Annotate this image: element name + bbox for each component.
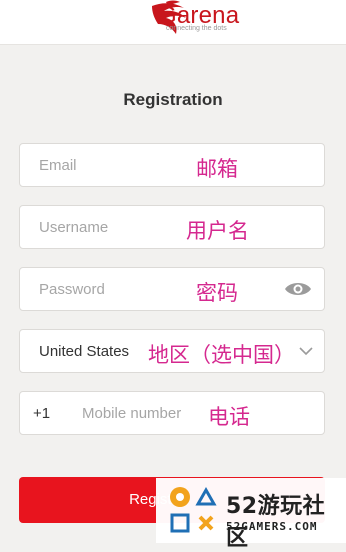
password-annotation: 密码 (196, 281, 238, 305)
password-placeholder: Password (39, 281, 105, 298)
email-field[interactable]: Email 邮箱 (19, 143, 325, 187)
username-annotation: 用户名 (186, 219, 249, 243)
mobile-field[interactable]: +1 Mobile number 电话 (19, 391, 325, 435)
page-title: Registration (123, 90, 223, 109)
email-placeholder: Email (39, 157, 77, 174)
email-annotation: 邮箱 (196, 157, 238, 181)
mobile-annotation: 电话 (208, 405, 250, 429)
brand-tagline: connecting the dots (166, 25, 227, 32)
chevron-down-icon (299, 347, 313, 356)
show-password-eye-icon[interactable] (284, 280, 312, 298)
password-field[interactable]: Password 密码 (19, 267, 325, 311)
app-header: Garena connecting the dots (0, 0, 346, 45)
country-annotation: 地区（选中国） (148, 343, 295, 367)
username-placeholder: Username (39, 219, 109, 236)
mobile-placeholder: Mobile number (82, 405, 182, 422)
country-select[interactable]: United States 地区（选中国） (19, 329, 325, 373)
username-field[interactable]: Username 用户名 (19, 205, 325, 249)
gamepad-logo-icon (170, 486, 217, 533)
country-code: +1 (33, 405, 51, 422)
watermark-site: 52GAMERS.COM (226, 520, 318, 533)
country-value: United States (39, 343, 130, 360)
watermark: 52游玩社区 52GAMERS.COM (156, 478, 346, 551)
